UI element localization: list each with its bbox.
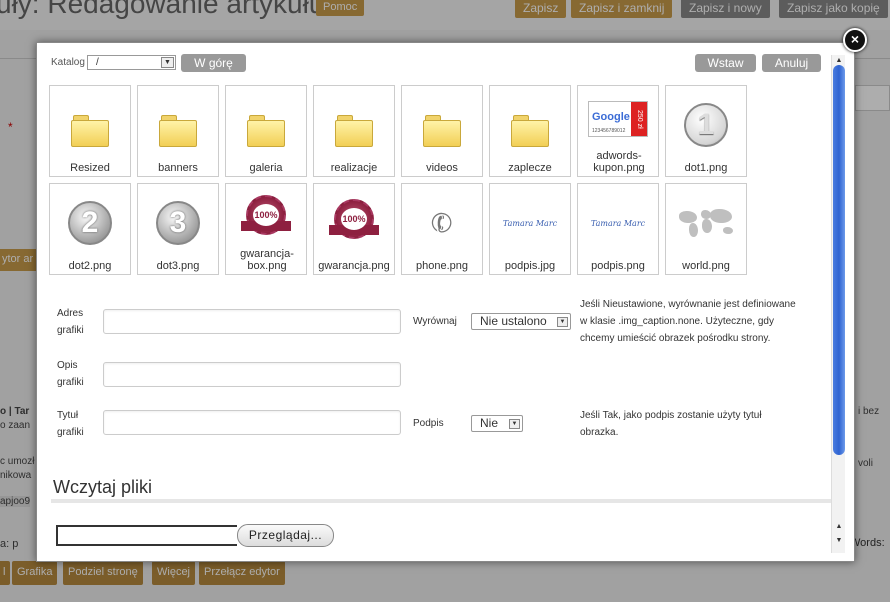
caption-select[interactable]: Nie ▼ — [471, 415, 523, 432]
image-manager-dialog: Katalog / ▼ W górę Wstaw Anuluj Resized … — [36, 42, 855, 562]
folder-item[interactable]: banners — [137, 85, 219, 177]
folder-item[interactable]: galeria — [225, 85, 307, 177]
signature-thumbnail: Tamara Marc — [590, 218, 646, 228]
item-label: realizacje — [330, 162, 378, 174]
insert-button[interactable]: Wstaw — [695, 54, 756, 72]
item-label: Resized — [70, 162, 110, 174]
image-item[interactable]: ✆ phone.png — [401, 183, 483, 275]
world-map-thumbnail — [677, 207, 735, 239]
folder-item[interactable]: realizacje — [313, 85, 395, 177]
folder-icon — [247, 115, 285, 147]
folder-item[interactable]: zaplecze — [489, 85, 571, 177]
browse-button[interactable]: Przeglądaj... — [237, 524, 334, 547]
directory-value: / — [96, 57, 99, 68]
seal-text: 100% — [341, 208, 367, 230]
description-label: Opis grafiki — [57, 360, 84, 388]
scroll-thumb[interactable] — [833, 65, 845, 455]
title-label: Tytuł grafiki — [57, 410, 84, 438]
divider — [51, 499, 831, 503]
item-label: adwords-kupon.png — [593, 150, 645, 174]
up-button[interactable]: W górę — [181, 54, 246, 72]
image-item[interactable]: Tamara Marc podpis.jpg — [489, 183, 571, 275]
number-2-thumbnail: 2 — [68, 201, 112, 245]
coupon-number: 123456789012 — [592, 128, 626, 134]
align-select[interactable]: Nie ustalono ▼ — [471, 313, 571, 330]
folder-item[interactable]: videos — [401, 85, 483, 177]
image-item[interactable]: 1 dot1.png — [665, 85, 747, 177]
scrollbar[interactable]: ▲ ▲ ▼ — [831, 55, 845, 553]
coupon-thumbnail: Google 250 zł 123456789012 — [588, 101, 648, 137]
align-hint: Jeśli Nieustawione, wyrównanie jest defi… — [580, 299, 796, 344]
signature-thumbnail: Tamara Marc — [502, 218, 558, 228]
title-input[interactable] — [103, 410, 401, 435]
dropdown-arrow-icon: ▼ — [509, 419, 520, 429]
align-label: Wyrównaj — [413, 316, 457, 327]
folder-icon — [423, 115, 461, 147]
dropdown-arrow-icon: ▼ — [557, 317, 568, 327]
directory-select[interactable]: / ▼ — [87, 55, 176, 70]
item-label: banners — [158, 162, 198, 174]
dropdown-arrow-icon: ▼ — [161, 57, 174, 68]
item-label: world.png — [682, 260, 730, 272]
number-3-thumbnail: 3 — [156, 201, 200, 245]
phone-thumbnail: ✆ — [426, 204, 458, 241]
description-input[interactable] — [103, 362, 401, 387]
coupon-brand: Google — [592, 111, 630, 123]
scroll-down-icon[interactable]: ▼ — [832, 535, 846, 547]
seal-thumbnail: 100% — [329, 199, 379, 247]
image-address-input[interactable] — [103, 309, 401, 334]
number-1-thumbnail: 1 — [684, 103, 728, 147]
upload-title: Wczytaj pliki — [53, 477, 153, 497]
item-label: phone.png — [416, 260, 468, 272]
cancel-button[interactable]: Anuluj — [762, 54, 821, 72]
scroll-up-icon[interactable]: ▲ — [832, 521, 846, 533]
image-item[interactable]: 100% gwarancja-box.png — [225, 183, 307, 275]
item-label: dot3.png — [156, 260, 200, 272]
directory-label: Katalog — [51, 57, 85, 68]
folder-icon — [159, 115, 197, 147]
close-icon[interactable]: × — [843, 28, 867, 52]
image-item[interactable]: world.png — [665, 183, 747, 275]
image-item[interactable]: 2 dot2.png — [49, 183, 131, 275]
item-label: videos — [426, 162, 458, 174]
folder-icon — [511, 115, 549, 147]
folder-item[interactable]: Resized — [49, 85, 131, 177]
seal-text: 100% — [253, 204, 279, 226]
item-label: podpis.png — [591, 260, 645, 272]
image-item[interactable]: 100% gwarancja.png — [313, 183, 395, 275]
directory-toolbar: Katalog / ▼ W górę Wstaw Anuluj — [51, 54, 831, 75]
item-label: podpis.jpg — [504, 260, 556, 272]
image-item[interactable]: 3 dot3.png — [137, 183, 219, 275]
image-address-label: Adres grafiki — [57, 308, 84, 336]
coupon-value: 250 zł — [631, 102, 647, 136]
item-label: dot1.png — [684, 162, 728, 174]
item-label: zaplecze — [508, 162, 552, 174]
caption-value: Nie — [480, 416, 499, 430]
align-value: Nie ustalono — [480, 314, 547, 328]
caption-hint: Jeśli Tak, jako podpis zostanie użyty ty… — [580, 410, 762, 438]
folder-icon — [71, 115, 109, 147]
image-item[interactable]: Tamara Marc podpis.png — [577, 183, 659, 275]
item-label: gwarancja-box.png — [240, 248, 294, 272]
item-label: dot2.png — [68, 260, 112, 272]
caption-label: Podpis — [413, 418, 444, 429]
item-label: galeria — [249, 162, 283, 174]
image-item[interactable]: Google 250 zł 123456789012 adwords-kupon… — [577, 85, 659, 177]
item-label: gwarancja.png — [318, 260, 390, 272]
upload-file-input[interactable] — [56, 525, 237, 546]
seal-thumbnail: 100% — [241, 195, 291, 243]
folder-icon — [335, 115, 373, 147]
